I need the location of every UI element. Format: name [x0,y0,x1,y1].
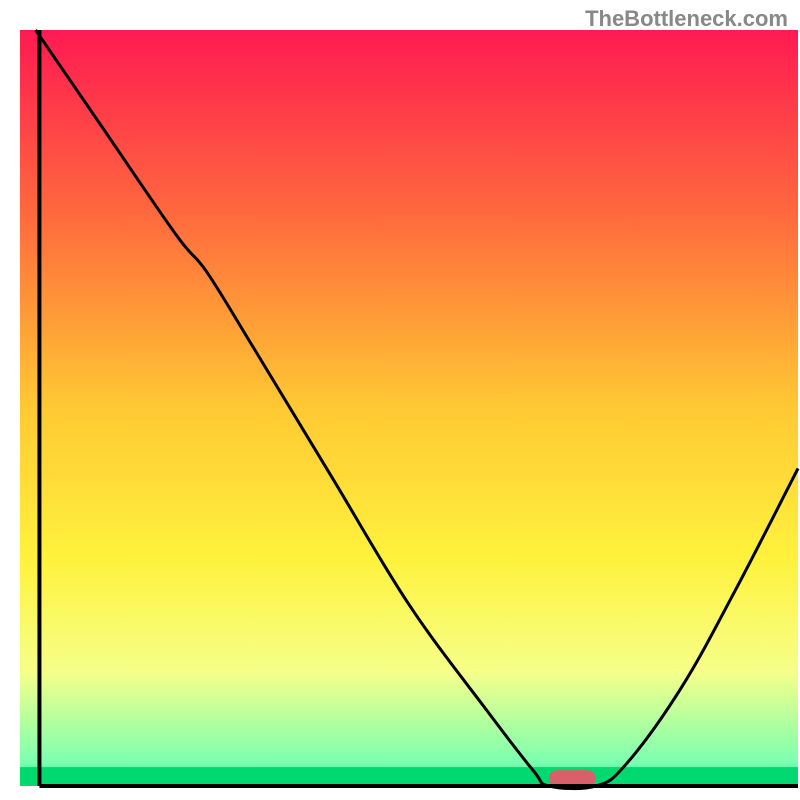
chart-container: TheBottleneck.com [0,0,800,800]
chart-svg [0,0,800,800]
gradient-background [20,30,798,786]
green-band [20,767,798,786]
watermark-text: TheBottleneck.com [585,6,788,32]
